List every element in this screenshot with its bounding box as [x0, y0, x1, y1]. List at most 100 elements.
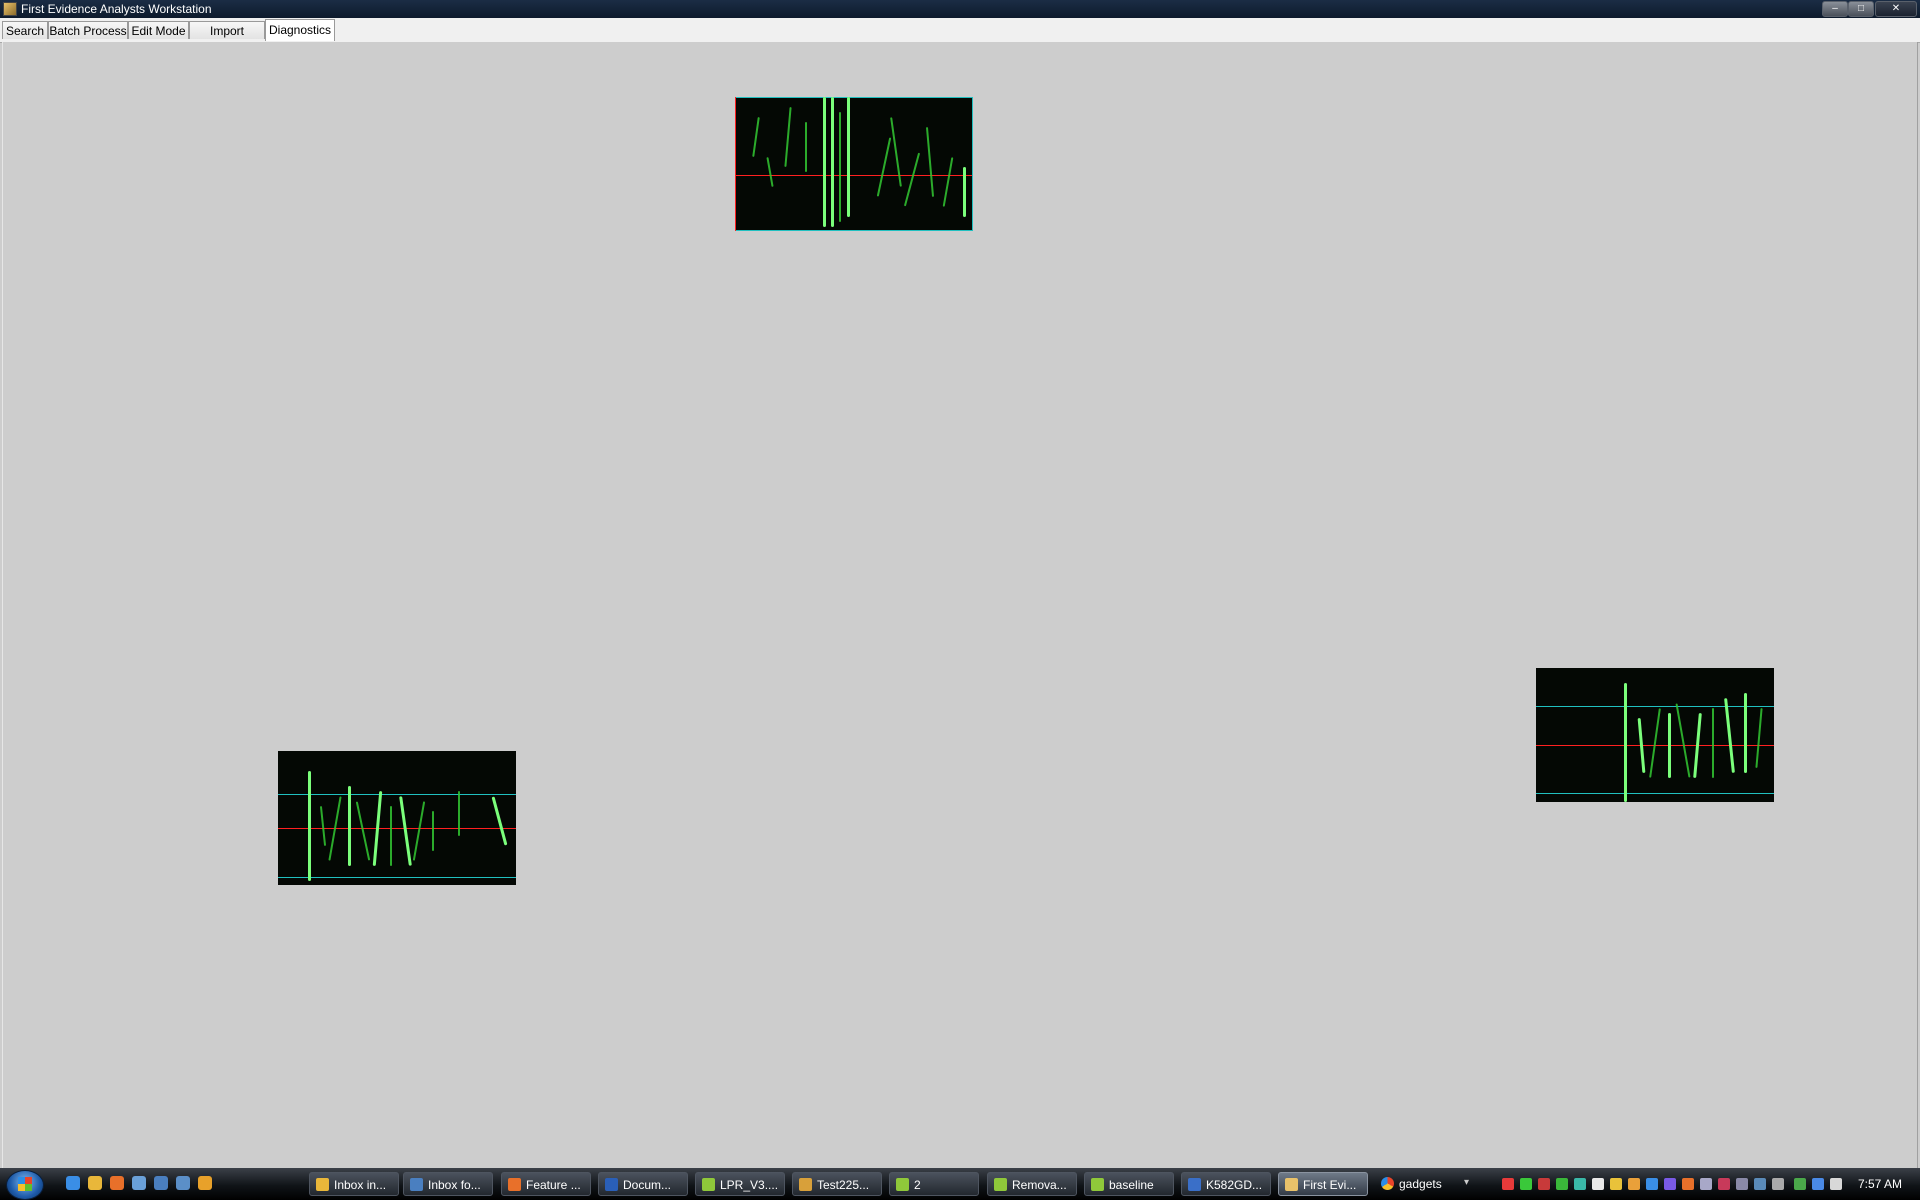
tab-edit-mode[interactable]: Edit Mode — [128, 21, 189, 39]
character-stroke — [847, 97, 850, 217]
sync-icon[interactable] — [1556, 1178, 1568, 1190]
maximize-button[interactable]: □ — [1848, 1, 1874, 17]
tray-firefox-icon[interactable] — [1682, 1178, 1694, 1190]
character-stroke — [390, 806, 392, 866]
device-icon[interactable] — [1736, 1178, 1748, 1190]
power-icon[interactable] — [1794, 1178, 1806, 1190]
plate-image-bottom-right — [1536, 668, 1774, 802]
center-line — [278, 828, 516, 829]
paint-icon — [799, 1178, 812, 1191]
character-stroke — [925, 127, 935, 197]
character-stroke — [491, 796, 508, 846]
close-button[interactable]: ✕ — [1875, 1, 1917, 17]
character-stroke — [876, 137, 892, 197]
outlook-icon — [410, 1178, 423, 1191]
window-switch-icon[interactable] — [176, 1176, 190, 1190]
settings-icon[interactable] — [1772, 1178, 1784, 1190]
desktop-icon[interactable] — [154, 1176, 168, 1190]
word-icon — [605, 1178, 618, 1191]
guide-line — [278, 794, 516, 795]
tab-search[interactable]: Search — [2, 21, 48, 39]
update-icon[interactable] — [1574, 1178, 1586, 1190]
character-stroke — [784, 107, 792, 167]
taskbar-item-k582gd[interactable]: K582GD... — [1181, 1172, 1271, 1196]
tab-diagnostics[interactable]: Diagnostics — [265, 19, 335, 41]
taskbar-item-document[interactable]: Docum... — [598, 1172, 688, 1196]
taskbar-item-first-evidence[interactable]: First Evi... — [1278, 1172, 1368, 1196]
tab-strip: Search Batch Process Edit Mode Import Im… — [0, 18, 1920, 56]
plate-image-bottom-left — [278, 751, 516, 885]
security-icon[interactable] — [1718, 1178, 1730, 1190]
bluetooth-icon[interactable] — [1664, 1178, 1676, 1190]
firefox-icon — [508, 1178, 521, 1191]
tray-app-icon[interactable] — [1538, 1178, 1550, 1190]
character-stroke — [890, 117, 902, 187]
taskbar-item-lpr-v3[interactable]: LPR_V3.... — [695, 1172, 785, 1196]
character-stroke — [1744, 693, 1747, 773]
character-stroke — [1724, 698, 1735, 773]
mail-icon — [316, 1178, 329, 1191]
character-stroke — [839, 112, 841, 222]
character-stroke — [823, 97, 826, 227]
antivirus-icon[interactable] — [1502, 1178, 1514, 1190]
left-boundary — [735, 97, 736, 231]
character-stroke — [1624, 683, 1627, 802]
character-stroke — [1668, 713, 1671, 778]
minimize-button[interactable]: – — [1822, 1, 1848, 17]
start-button[interactable] — [6, 1170, 44, 1200]
guide-line — [278, 877, 516, 878]
taskbar-item-test225[interactable]: Test225... — [792, 1172, 882, 1196]
taskbar-item-gadgets[interactable]: gadgets — [1375, 1172, 1475, 1196]
messenger-status-icon[interactable] — [1610, 1178, 1622, 1190]
character-stroke — [308, 771, 311, 881]
disk-icon[interactable] — [1754, 1178, 1766, 1190]
tab-batch-process[interactable]: Batch Process — [48, 21, 128, 39]
window-title: First Evidence Analysts Workstation — [21, 2, 212, 16]
firefox-icon[interactable] — [110, 1176, 124, 1190]
monitor-icon[interactable] — [1700, 1178, 1712, 1190]
character-stroke — [805, 122, 807, 172]
guide-line — [735, 97, 973, 98]
character-stroke — [1755, 708, 1763, 768]
app-icon — [3, 2, 17, 16]
plate-image-top — [735, 97, 973, 231]
windows-orb-icon — [18, 1177, 32, 1191]
taskbar: Inbox in... Inbox fo... Feature ... Docu… — [0, 1168, 1920, 1200]
network-status-icon[interactable] — [1520, 1178, 1532, 1190]
character-stroke — [1649, 708, 1661, 778]
guide-line — [1536, 706, 1774, 707]
taskbar-item-2[interactable]: 2 — [889, 1172, 979, 1196]
network-icon[interactable] — [1812, 1178, 1824, 1190]
character-stroke — [319, 806, 327, 846]
media-player-icon[interactable] — [198, 1176, 212, 1190]
taskbar-overflow-chevron-icon[interactable]: ▾ — [1464, 1177, 1469, 1188]
tab-import-images[interactable]: Import Images — [189, 21, 265, 56]
taskbar-item-inbox-in[interactable]: Inbox in... — [309, 1172, 399, 1196]
character-stroke — [432, 811, 434, 851]
character-stroke — [903, 152, 921, 207]
guide-line — [735, 230, 973, 231]
taskbar-item-removal[interactable]: Remova... — [987, 1172, 1077, 1196]
taskbar-item-feature[interactable]: Feature ... — [501, 1172, 591, 1196]
volume-muted-icon[interactable] — [1830, 1178, 1842, 1190]
messenger-icon[interactable] — [88, 1176, 102, 1190]
clock[interactable]: 7:57 AM — [1858, 1177, 1902, 1191]
internet-explorer-icon[interactable] — [66, 1176, 80, 1190]
character-stroke — [766, 157, 774, 187]
tools-icon[interactable] — [132, 1176, 146, 1190]
folder-icon — [702, 1178, 715, 1191]
title-bar: First Evidence Analysts Workstation – □ … — [0, 0, 1920, 18]
character-stroke — [399, 796, 412, 866]
character-stroke — [355, 801, 371, 861]
character-stroke — [942, 157, 954, 207]
diagnostics-panel — [2, 42, 1918, 1168]
mail-notify-icon[interactable] — [1592, 1178, 1604, 1190]
guide-line — [1536, 793, 1774, 794]
system-tray — [1498, 1172, 1918, 1196]
taskbar-item-baseline[interactable]: baseline — [1084, 1172, 1174, 1196]
display-icon[interactable] — [1646, 1178, 1658, 1190]
taskbar-item-inbox-fo[interactable]: Inbox fo... — [403, 1172, 493, 1196]
chat-icon[interactable] — [1628, 1178, 1640, 1190]
character-stroke — [1712, 708, 1714, 778]
character-stroke — [412, 801, 426, 861]
